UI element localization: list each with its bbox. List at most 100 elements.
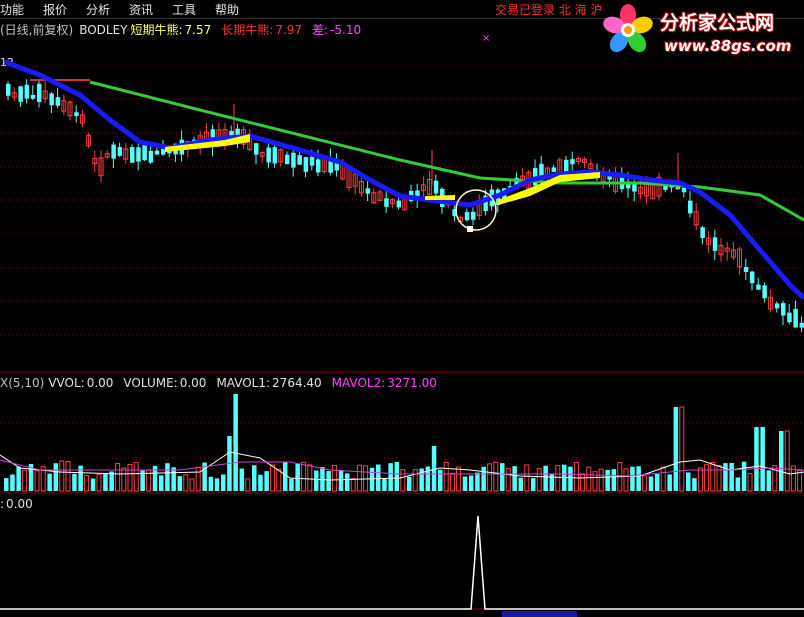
volume-bar <box>605 469 610 491</box>
volume-bar <box>159 475 164 491</box>
volume-bar <box>524 464 530 492</box>
candle-body <box>136 147 141 162</box>
candle-body <box>74 112 79 117</box>
volume-bar <box>208 476 214 491</box>
volume-bar <box>103 473 108 491</box>
volume-bar <box>121 467 127 492</box>
volume-bar <box>449 472 455 492</box>
candle-body <box>6 83 11 96</box>
candle-body <box>272 147 278 164</box>
candle-body <box>551 167 557 172</box>
volume-bar <box>84 475 90 492</box>
volume-bar <box>177 476 183 491</box>
volume-bar <box>369 467 375 491</box>
volume-bar <box>779 431 784 491</box>
candle-body <box>297 155 302 165</box>
volume-bar <box>407 476 412 491</box>
candle-body <box>37 83 42 103</box>
signal-marker <box>467 226 473 232</box>
volume-bar <box>555 464 561 492</box>
candle-body <box>712 237 718 251</box>
volume-bar <box>10 474 15 491</box>
volume-bar <box>382 478 387 491</box>
volume-bar <box>239 468 245 491</box>
volume-bar <box>388 463 393 491</box>
volume-bar <box>760 427 765 491</box>
short-term-line <box>4 59 804 300</box>
volume-bar <box>667 474 672 491</box>
candle-body <box>309 157 315 166</box>
volume-bar <box>16 466 21 491</box>
volume-bar <box>573 461 579 492</box>
volume-bar <box>487 463 493 492</box>
candle-body <box>254 143 259 155</box>
candle-body <box>30 94 36 99</box>
volume-bar <box>531 478 536 491</box>
volume-bar <box>258 474 263 491</box>
candle-body <box>774 303 780 309</box>
volume-bar <box>34 470 40 492</box>
candle-body <box>18 86 23 102</box>
volume-bar <box>462 476 468 491</box>
volume-bar <box>109 471 114 491</box>
volume-bar <box>655 474 660 491</box>
volume-bar <box>295 463 300 491</box>
volume-bar <box>568 466 573 491</box>
volume-bar <box>580 473 586 492</box>
candle-body <box>130 147 135 163</box>
candle-body <box>700 227 705 239</box>
candle-body <box>464 212 470 221</box>
volume-bar <box>356 464 362 492</box>
volume-bar <box>264 471 269 491</box>
candle-body <box>762 285 767 299</box>
candle-body <box>55 97 61 106</box>
volume-bar <box>438 469 443 491</box>
volume-bar <box>72 473 77 491</box>
candle-body <box>111 144 116 159</box>
candle-body <box>365 188 371 194</box>
volume-bar <box>301 461 307 492</box>
volume-bar <box>412 469 418 492</box>
candle-body <box>793 308 798 328</box>
volume-bar <box>90 478 96 491</box>
candle-body <box>632 183 637 192</box>
volume-bar <box>747 473 753 492</box>
volume-bar <box>536 467 542 492</box>
volume-bar <box>47 473 52 491</box>
candle-body <box>688 200 693 214</box>
volume-bar <box>326 471 331 491</box>
volume-bar <box>183 474 189 492</box>
volume-bar <box>53 463 59 491</box>
volume-bar <box>754 427 759 491</box>
time-cursor <box>502 611 577 617</box>
volume-bar <box>350 478 356 492</box>
candle-body <box>117 147 123 156</box>
candle-body <box>154 150 160 155</box>
volume-bar <box>797 469 803 492</box>
candle-body <box>316 159 321 173</box>
volume-bar <box>673 407 679 491</box>
candle-body <box>756 284 761 290</box>
volume-bar <box>623 468 629 492</box>
signal-line <box>0 515 804 610</box>
volume-bar <box>642 475 648 492</box>
volume-bar <box>376 464 381 491</box>
volume-bar <box>518 477 524 491</box>
kline-chart[interactable] <box>0 0 804 617</box>
volume-bar <box>431 446 437 491</box>
volume-bar <box>59 460 65 492</box>
volume-bar <box>394 461 400 491</box>
candle-body <box>384 198 389 207</box>
candle-body <box>303 157 309 172</box>
volume-bar <box>611 469 617 491</box>
volume-bar <box>245 478 251 492</box>
candle-body <box>799 322 804 328</box>
volume-bar <box>766 470 772 491</box>
volume-bar <box>456 466 462 492</box>
volume-bar <box>729 462 734 491</box>
volume-bar <box>784 430 790 492</box>
volume-bar <box>512 466 517 491</box>
volume-bar <box>505 467 511 492</box>
volume-bar <box>500 463 505 491</box>
volume-bar <box>289 478 294 491</box>
